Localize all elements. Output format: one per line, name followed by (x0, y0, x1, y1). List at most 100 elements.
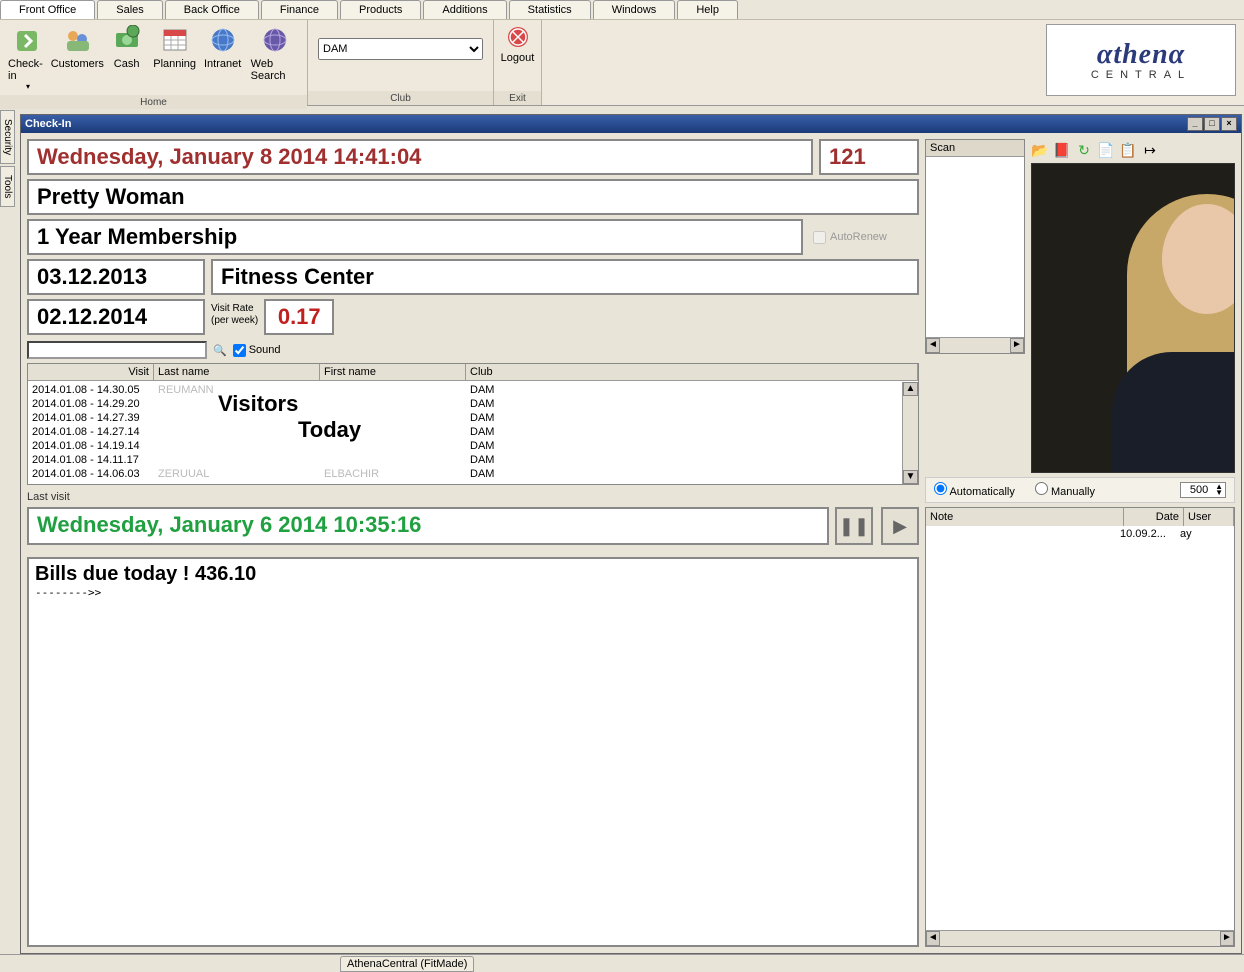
scrollbar[interactable]: ◄► (926, 930, 1234, 946)
side-tabs: Security Tools (0, 110, 18, 209)
interval-spinner[interactable]: ▲▼ (1180, 482, 1226, 498)
table-row: 10.09.2... ay (930, 528, 1230, 540)
planning-label: Planning (153, 58, 196, 70)
book-icon[interactable]: 📕 (1053, 141, 1071, 159)
minimize-icon[interactable]: _ (1187, 117, 1203, 131)
tab-finance[interactable]: Finance (261, 0, 338, 19)
play-button[interactable]: ▶ (881, 507, 919, 545)
checkin-label: Check-in (8, 58, 48, 82)
last-visit-label: Last visit (27, 491, 919, 503)
checkin-button[interactable]: Check-in ▾ (4, 22, 52, 93)
intranet-icon (207, 24, 239, 56)
customers-icon (61, 24, 93, 56)
col-firstname[interactable]: First name (320, 364, 466, 380)
col-visit[interactable]: Visit (28, 364, 154, 380)
websearch-button[interactable]: Web Search (247, 22, 303, 93)
autorenew-label: AutoRenew (830, 231, 887, 243)
folder-open-icon[interactable]: 📂 (1031, 141, 1049, 159)
tab-statistics[interactable]: Statistics (509, 0, 591, 19)
logout-button[interactable]: Logout (496, 22, 539, 66)
customer-name: Pretty Woman (27, 179, 919, 215)
visitors-table: Visit Last name First name Club 2014.01.… (27, 363, 919, 485)
radio-auto[interactable]: Automatically (934, 482, 1015, 498)
side-tab-tools[interactable]: Tools (0, 166, 15, 207)
table-row: 2014.01.08 - 14.27.39DAM (28, 411, 918, 425)
brand-sub: CENTRAL (1091, 69, 1191, 81)
planning-icon (159, 24, 191, 56)
checkin-window: Check-In _ □ × Wednesday, January 8 2014… (20, 114, 1242, 954)
cash-button[interactable]: Cash (103, 22, 151, 93)
club-select[interactable]: DAM (318, 38, 483, 60)
current-datetime: Wednesday, January 8 2014 14:41:04 (27, 139, 813, 175)
customer-photo (1031, 163, 1235, 473)
visitors-overlay: Visitors Today (218, 391, 361, 443)
refresh-icon[interactable]: ↻ (1075, 141, 1093, 159)
col-note[interactable]: Note (926, 508, 1124, 526)
tab-front-office[interactable]: Front Office (0, 0, 95, 19)
brand-logo: αthenα CENTRAL (1046, 24, 1236, 96)
tab-help[interactable]: Help (677, 0, 738, 19)
intranet-label: Intranet (204, 58, 241, 70)
cash-label: Cash (114, 58, 140, 70)
maximize-icon[interactable]: □ (1204, 117, 1220, 131)
bills-panel: Bills due today ! 436.10 -------->> (27, 557, 919, 947)
pause-button[interactable]: ❚❚ (835, 507, 873, 545)
tab-products[interactable]: Products (340, 0, 421, 19)
logout-icon (505, 24, 531, 50)
tab-sales[interactable]: Sales (97, 0, 163, 19)
tab-windows[interactable]: Windows (593, 0, 676, 19)
col-date[interactable]: Date (1124, 508, 1184, 526)
home-group-label: Home (0, 95, 307, 109)
websearch-icon (259, 24, 291, 56)
radio-manual[interactable]: Manually (1035, 482, 1095, 498)
status-app-name: AthenaCentral (FitMade) (340, 956, 474, 972)
start-date: 03.12.2013 (27, 259, 205, 295)
last-visit-value: Wednesday, January 6 2014 10:35:16 (27, 507, 829, 545)
websearch-label: Web Search (251, 58, 299, 82)
scrollbar[interactable]: ▲▼ (902, 382, 918, 484)
tab-back-office[interactable]: Back Office (165, 0, 259, 19)
visit-rate-value: 0.17 (264, 299, 334, 335)
document-icon[interactable]: 📄 (1097, 141, 1115, 159)
customers-button[interactable]: Customers (52, 22, 103, 93)
table-row: 2014.01.08 - 14.29.20DAM (28, 397, 918, 411)
notes-table: Note Date User 10.09.2... ay ◄► (925, 507, 1235, 947)
visit-rate-label: Visit Rate (per week) (211, 299, 258, 335)
col-user[interactable]: User (1184, 508, 1234, 526)
table-row: 2014.01.08 - 14.30.05REUMANNDAM (28, 383, 918, 397)
tab-additions[interactable]: Additions (423, 0, 506, 19)
dropdown-icon: ▾ (26, 82, 30, 91)
photo-toolbar: 📂 📕 ↻ 📄 📋 ↦ (1031, 139, 1235, 161)
search-input[interactable] (27, 341, 207, 359)
exit-label[interactable]: Exit (494, 91, 541, 105)
scrollbar[interactable]: ◄► (926, 337, 1024, 353)
sound-checkbox[interactable]: Sound (233, 344, 281, 357)
binoculars-icon[interactable]: 🔍 (213, 344, 227, 357)
bills-separator: -------->> (35, 586, 911, 599)
membership-type: 1 Year Membership (27, 219, 803, 255)
scan-panel: Scan ◄► (925, 139, 1025, 354)
clipboard-icon[interactable]: 📋 (1119, 141, 1137, 159)
scan-title: Scan (926, 140, 1024, 157)
capture-mode: Automatically Manually ▲▼ (925, 477, 1235, 503)
intranet-button[interactable]: Intranet (199, 22, 247, 93)
autorenew-checkbox[interactable]: AutoRenew (809, 219, 919, 255)
customers-label: Customers (51, 58, 104, 70)
status-bar: AthenaCentral (FitMade) (0, 954, 1244, 972)
menubar: Front Office Sales Back Office Finance P… (0, 0, 1244, 20)
col-lastname[interactable]: Last name (154, 364, 320, 380)
end-date: 02.12.2014 (27, 299, 205, 335)
table-row: 2014.01.08 - 14.06.03ZERUUALELBACHIRDAM (28, 467, 918, 481)
planning-button[interactable]: Planning (151, 22, 199, 93)
export-icon[interactable]: ↦ (1141, 141, 1159, 159)
brand-name: αthenα (1097, 39, 1185, 71)
side-tab-security[interactable]: Security (0, 110, 15, 164)
window-title: Check-In (25, 118, 71, 130)
logout-label: Logout (501, 52, 535, 64)
center-name: Fitness Center (211, 259, 919, 295)
table-row: 2014.01.08 - 14.27.14DAM (28, 425, 918, 439)
close-icon[interactable]: × (1221, 117, 1237, 131)
member-number: 121 (819, 139, 919, 175)
col-club[interactable]: Club (466, 364, 918, 380)
checkin-icon (12, 24, 44, 56)
